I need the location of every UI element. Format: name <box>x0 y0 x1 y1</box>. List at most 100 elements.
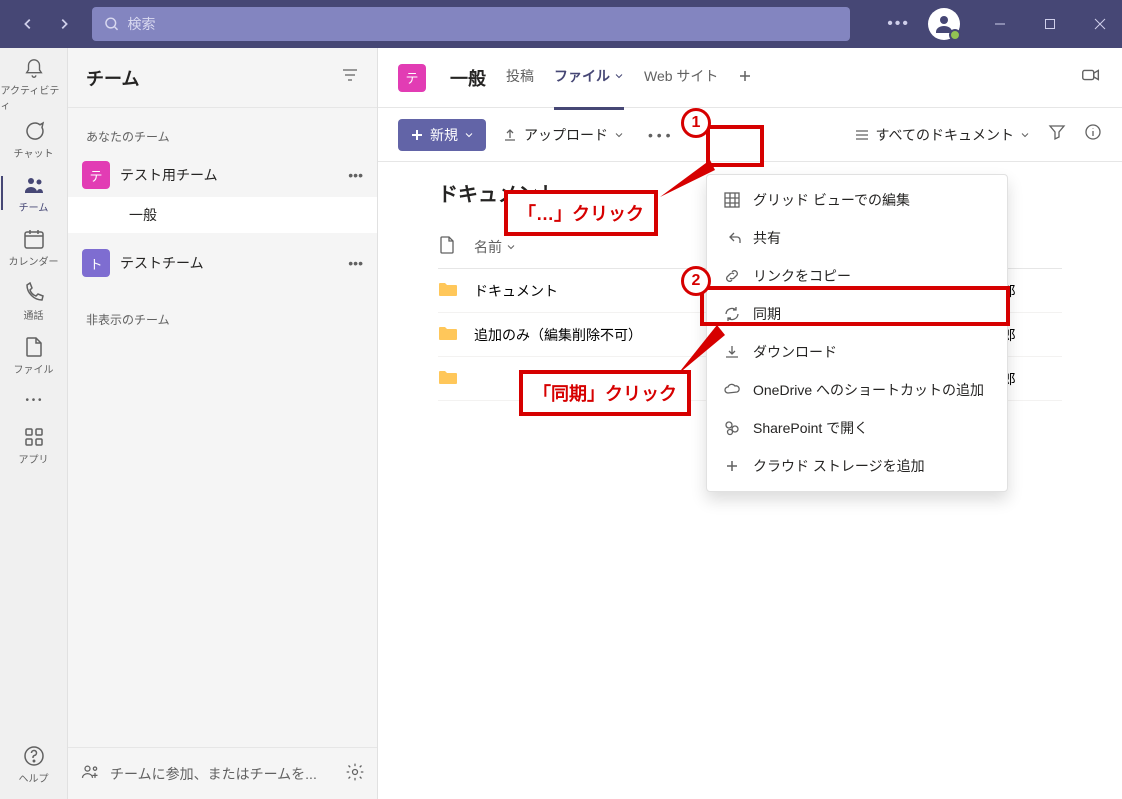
rail-more[interactable]: • • • <box>1 382 67 418</box>
menu-label: 共有 <box>753 228 781 248</box>
annotation-box-1 <box>706 125 764 167</box>
grid-icon <box>723 191 741 209</box>
team-more-icon[interactable]: ••• <box>348 167 363 183</box>
menu-download[interactable]: ダウンロード <box>707 333 1007 371</box>
rail-help[interactable]: ヘルプ <box>1 737 67 791</box>
button-label: すべてのドキュメント <box>876 125 1014 145</box>
rail-files[interactable]: ファイル <box>1 328 67 382</box>
teams-icon <box>22 173 46 197</box>
your-teams-label: あなたのチーム <box>68 122 377 153</box>
team-row-1[interactable]: テ テスト用チーム ••• <box>68 153 377 197</box>
menu-grid-edit[interactable]: グリッド ビューでの編集 <box>707 181 1007 219</box>
filter-icon[interactable] <box>341 66 359 89</box>
search-bar[interactable] <box>92 7 850 41</box>
info-button[interactable] <box>1084 123 1102 146</box>
share-icon <box>723 229 741 247</box>
rail-calendar[interactable]: カレンダー <box>1 220 67 274</box>
app-more-button[interactable]: ••• <box>887 15 910 33</box>
file-icon <box>22 335 46 359</box>
video-icon <box>1080 64 1102 86</box>
new-button[interactable]: 新規 <box>398 119 486 151</box>
plus-icon <box>723 457 741 475</box>
join-create-icon[interactable] <box>80 762 100 785</box>
upload-icon <box>502 127 518 143</box>
info-icon <box>1084 123 1102 141</box>
nav-forward[interactable] <box>48 8 80 40</box>
search-input[interactable] <box>127 16 838 32</box>
rail-label: ヘルプ <box>19 770 49 785</box>
menu-share[interactable]: 共有 <box>707 219 1007 257</box>
ellipsis-icon: • • • <box>25 395 41 406</box>
funnel-icon <box>1048 123 1066 141</box>
annotation-box-2 <box>700 286 1010 326</box>
button-label: アップロード <box>524 125 608 145</box>
rail-teams[interactable]: チーム <box>1 166 67 220</box>
bell-icon <box>22 58 46 80</box>
tab-website[interactable]: Web サイト <box>644 66 718 90</box>
menu-label: クラウド ストレージを追加 <box>753 456 925 476</box>
chevron-down-icon <box>1020 130 1030 140</box>
plus-icon <box>410 128 424 142</box>
team-avatar: テ <box>82 161 110 189</box>
presence-indicator <box>949 29 961 41</box>
folder-icon <box>438 325 458 341</box>
menu-add-cloud[interactable]: クラウド ストレージを追加 <box>707 447 1007 485</box>
menu-label: グリッド ビューでの編集 <box>753 190 910 210</box>
rail-label: アクティビティ <box>1 82 67 112</box>
tab-posts[interactable]: 投稿 <box>506 66 534 90</box>
link-icon <box>723 267 741 285</box>
all-documents-button[interactable]: すべてのドキュメント <box>854 125 1030 145</box>
folder-icon <box>438 369 458 385</box>
channel-general[interactable]: 一般 <box>68 197 377 233</box>
apps-icon <box>22 425 46 449</box>
hidden-teams-label: 非表示のチーム <box>68 305 377 336</box>
rail-activity[interactable]: アクティビティ <box>1 58 67 112</box>
team-name: テスト用チーム <box>120 165 348 185</box>
channel-name: 一般 <box>129 205 157 225</box>
chevron-down-icon <box>614 71 624 81</box>
rail-calls[interactable]: 通話 <box>1 274 67 328</box>
col-label: 名前 <box>474 239 502 255</box>
annotation-text-1: 「…」クリック <box>504 190 658 236</box>
chevron-down-icon <box>614 130 624 140</box>
app-rail: アクティビティ チャット チーム カレンダー 通話 ファイル • • • アプリ… <box>0 48 68 799</box>
menu-label: ダウンロード <box>753 342 837 362</box>
rail-label: 通話 <box>24 307 44 322</box>
menu-add-shortcut[interactable]: OneDrive へのショートカットの追加 <box>707 371 1007 409</box>
menu-open-sharepoint[interactable]: SharePoint で開く <box>707 409 1007 447</box>
rail-chat[interactable]: チャット <box>1 112 67 166</box>
channel-title: 一般 <box>450 65 486 91</box>
window-close[interactable] <box>1090 14 1110 34</box>
menu-label: SharePoint で開く <box>753 418 868 438</box>
window-minimize[interactable] <box>990 14 1010 34</box>
team-more-icon[interactable]: ••• <box>348 255 363 271</box>
tab-label: Web サイト <box>644 66 718 86</box>
upload-button[interactable]: アップロード <box>502 125 624 145</box>
team-row-2[interactable]: ト テストチーム ••• <box>68 241 377 285</box>
sharepoint-icon <box>723 419 741 437</box>
meet-button[interactable] <box>1080 64 1102 91</box>
phone-icon <box>22 281 46 305</box>
plus-icon <box>738 69 752 83</box>
tab-files[interactable]: ファイル <box>554 66 624 90</box>
onedrive-icon <box>723 381 741 399</box>
teams-title: チーム <box>86 65 341 91</box>
filter-button[interactable] <box>1048 123 1066 146</box>
channel-team-avatar: テ <box>398 64 426 92</box>
tab-add[interactable] <box>738 69 752 87</box>
team-name: テストチーム <box>120 253 348 273</box>
manage-teams-icon[interactable] <box>345 762 365 785</box>
window-maximize[interactable] <box>1040 14 1060 34</box>
more-actions-menu: グリッド ビューでの編集 共有 リンクをコピー 同期 ダウンロード OneDri… <box>706 174 1008 492</box>
annotation-number-2: 2 <box>681 266 711 296</box>
nav-back[interactable] <box>12 8 44 40</box>
rail-apps[interactable]: アプリ <box>1 418 67 472</box>
team-avatar: ト <box>82 249 110 277</box>
rail-label: チーム <box>19 199 49 214</box>
toolbar-more-button[interactable]: • • • <box>640 123 678 147</box>
join-create-label[interactable]: チームに参加、またはチームを... <box>110 764 335 784</box>
titlebar: ••• <box>0 0 1122 48</box>
rail-label: カレンダー <box>9 253 59 268</box>
user-avatar[interactable] <box>928 8 960 40</box>
tab-label: ファイル <box>554 66 610 86</box>
